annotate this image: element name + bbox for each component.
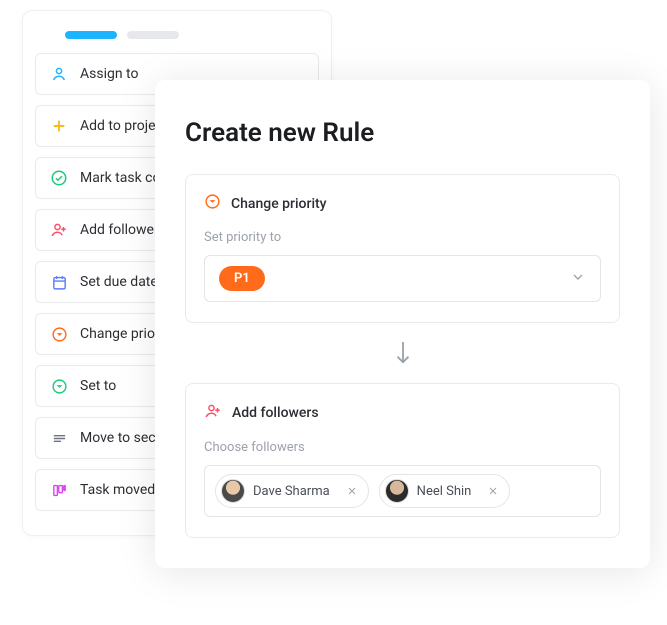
- tab-active[interactable]: [65, 31, 117, 39]
- tab-row: [35, 25, 319, 53]
- priority-down-icon: [50, 377, 68, 395]
- follower-chip: Neel Shin: [379, 474, 511, 508]
- action-label: Set due date: [80, 274, 158, 290]
- plus-icon: [50, 117, 68, 135]
- add-person-icon: [50, 221, 68, 239]
- remove-icon[interactable]: [485, 483, 501, 499]
- followers-input[interactable]: Dave Sharma Neel Shin: [204, 465, 601, 517]
- priority-down-icon: [50, 325, 68, 343]
- follower-name: Dave Sharma: [253, 484, 330, 499]
- column-icon: [50, 481, 68, 499]
- priority-down-icon: [204, 193, 221, 214]
- priority-select[interactable]: P1: [204, 255, 601, 302]
- card-title: Add followers: [232, 405, 319, 421]
- calendar-icon: [50, 273, 68, 291]
- priority-value: P1: [219, 266, 265, 291]
- follower-chip: Dave Sharma: [215, 474, 369, 508]
- card-header: Change priority: [204, 193, 601, 214]
- create-rule-panel: Create new Rule Change priority Set prio…: [155, 80, 650, 568]
- avatar: [221, 479, 245, 503]
- action-label: Assign to: [80, 66, 138, 82]
- follower-name: Neel Shin: [417, 484, 472, 499]
- remove-icon[interactable]: [344, 483, 360, 499]
- page-title: Create new Rule: [185, 118, 620, 148]
- card-header: Add followers: [204, 402, 601, 424]
- priority-card: Change priority Set priority to P1: [185, 174, 620, 323]
- chevron-down-icon: [570, 269, 586, 289]
- add-person-icon: [204, 402, 222, 424]
- action-label: Set to: [80, 378, 116, 394]
- card-subtitle: Set priority to: [204, 230, 601, 245]
- check-circle-icon: [50, 169, 68, 187]
- card-subtitle: Choose followers: [204, 440, 601, 455]
- person-icon: [50, 65, 68, 83]
- action-label: Add followers: [80, 222, 166, 238]
- followers-card: Add followers Choose followers Dave Shar…: [185, 383, 620, 538]
- arrow-connector: [185, 323, 620, 383]
- move-section-icon: [50, 429, 68, 447]
- tab-inactive[interactable]: [127, 31, 179, 39]
- card-title: Change priority: [231, 196, 327, 212]
- avatar: [385, 479, 409, 503]
